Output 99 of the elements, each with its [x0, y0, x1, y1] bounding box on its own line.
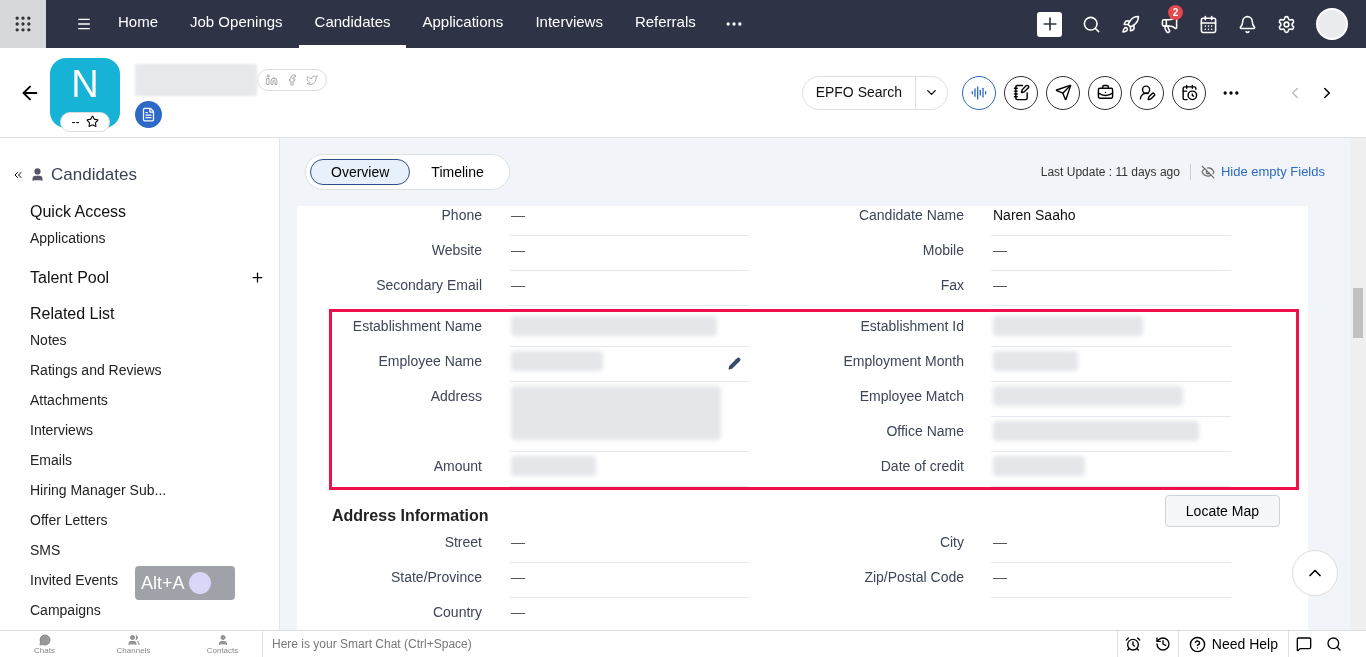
sidebar-link[interactable]: Campaigns	[30, 600, 101, 621]
chat-app-button[interactable]: Channels	[89, 633, 178, 655]
rocket-icon[interactable]	[1121, 14, 1140, 34]
need-help-button[interactable]: Need Help	[1177, 631, 1289, 657]
speech-bubble-icon	[38, 633, 51, 646]
sidebar-link[interactable]: Ratings and Reviews	[30, 360, 162, 381]
view-tab[interactable]: Overview	[310, 159, 411, 185]
field-label: Employee Name	[377, 352, 482, 371]
field-label: Employee Match	[858, 387, 964, 406]
field-value: —	[511, 206, 525, 225]
alarm-clock-icon[interactable]	[1124, 636, 1141, 652]
sidebar-link[interactable]: SMS	[30, 540, 61, 561]
view-tab[interactable]: Timeline	[410, 159, 505, 185]
user-pen-icon	[1138, 84, 1156, 101]
field-value: —	[993, 241, 1007, 260]
voice-icon	[188, 572, 211, 594]
pencil-icon[interactable]	[728, 357, 741, 370]
field-label: Secondary Email	[375, 276, 482, 295]
sidebar-link[interactable]: Invited Events	[30, 570, 118, 591]
shortcut-text: Alt+A	[141, 571, 185, 595]
field-label: Website	[430, 241, 482, 260]
field-value: Naren Saaho	[993, 206, 1076, 225]
smart-chat-input[interactable]: Here is your Smart Chat (Ctrl+Space)	[272, 635, 872, 653]
apps-grid-icon[interactable]	[13, 14, 33, 34]
section-title: Address Information	[332, 506, 489, 526]
field-label: Mobile	[921, 241, 964, 260]
scrollbar-thumb[interactable]	[1353, 288, 1363, 338]
field-label: Zip/Postal Code	[863, 568, 964, 587]
field-label: Date of credit	[879, 457, 964, 476]
chat-app-button[interactable]: Contacts	[178, 633, 267, 655]
field-label: Amount	[432, 457, 482, 476]
field-label: Candidate Name	[857, 206, 964, 225]
field-value: —	[511, 241, 525, 260]
field-value: —	[993, 533, 1007, 552]
paper-plane-icon	[1054, 84, 1072, 101]
field-label: Address	[429, 387, 482, 406]
field-label: State/Province	[389, 568, 482, 587]
sidebar-link[interactable]: Offer Letters	[30, 510, 108, 531]
section-heading: Quick Access	[30, 201, 127, 222]
star-icon	[85, 115, 99, 128]
history-icon[interactable]	[1154, 636, 1171, 652]
resume-button[interactable]	[135, 101, 162, 128]
calendar-icon[interactable]	[1199, 14, 1218, 34]
hide-empty-fields-link[interactable]: Hide empty Fields	[1220, 162, 1325, 182]
person-icon	[30, 167, 45, 183]
sidebar-link[interactable]: Emails	[30, 450, 72, 471]
add-button[interactable]	[1037, 11, 1062, 37]
nav-tab[interactable]: Interviews	[519, 0, 619, 48]
sidebar-link[interactable]: Attachments	[30, 390, 108, 411]
chat-app-button[interactable]: Chats	[0, 633, 89, 655]
field-label: Fax	[939, 276, 964, 295]
sidebar-title: Candidates	[51, 164, 137, 186]
search-icon[interactable]	[1326, 636, 1342, 652]
add-icon[interactable]	[250, 270, 265, 285]
sidebar-link[interactable]: Applications	[30, 228, 106, 249]
field-label: City	[938, 533, 964, 552]
notification-badge: 2	[1168, 4, 1183, 20]
section-heading: Related List	[30, 303, 115, 324]
nav-tab[interactable]: Candidates	[298, 0, 407, 48]
field-label: Country	[431, 603, 482, 622]
field-label: Employment Month	[842, 352, 964, 371]
user-avatar[interactable]	[1316, 8, 1348, 40]
field-label: Street	[443, 533, 482, 552]
briefcase-icon	[1096, 84, 1114, 101]
field-label: Phone	[440, 206, 482, 225]
section-heading: Talent Pool	[30, 267, 110, 288]
eye-off-icon	[1200, 165, 1215, 179]
nav-tab[interactable]: Applications	[406, 0, 520, 48]
sound-wave-icon	[971, 84, 987, 101]
rating-text: --	[71, 113, 80, 131]
field-label: Establishment Id	[859, 317, 964, 336]
field-value: —	[511, 603, 525, 622]
help-icon	[1188, 635, 1206, 653]
search-icon[interactable]	[1082, 14, 1101, 34]
locate-map-button[interactable]: Locate Map	[1164, 495, 1280, 527]
note-icon	[1012, 84, 1030, 101]
people-icon	[127, 633, 140, 646]
field-label: Office Name	[885, 422, 964, 441]
nav-tab[interactable]: Referrals	[618, 0, 712, 48]
last-update-text: Last Update : 11 days ago	[1040, 164, 1180, 181]
sidebar-link[interactable]: Interviews	[30, 420, 94, 441]
nav-tab[interactable]: Job Openings	[174, 0, 299, 48]
avatar-initial: N	[71, 61, 99, 106]
menu-icon[interactable]	[76, 16, 92, 32]
nav-tab[interactable]: Home	[102, 0, 174, 48]
person-icon	[216, 633, 229, 646]
field-value: —	[511, 276, 525, 295]
sidebar-link[interactable]: Notes	[30, 330, 67, 351]
field-value: —	[993, 568, 1007, 587]
sidebar-link[interactable]: Hiring Manager Sub...	[30, 480, 167, 501]
field-value: —	[511, 533, 525, 552]
field-label: Establishment Name	[351, 317, 482, 336]
calendar-clock-icon	[1180, 84, 1198, 101]
field-value: —	[511, 568, 525, 587]
field-value: —	[993, 276, 1007, 295]
settings-icon[interactable]	[1277, 14, 1296, 34]
bell-icon[interactable]	[1238, 14, 1257, 34]
document-icon	[141, 107, 156, 122]
chat-icon[interactable]	[1296, 636, 1312, 652]
